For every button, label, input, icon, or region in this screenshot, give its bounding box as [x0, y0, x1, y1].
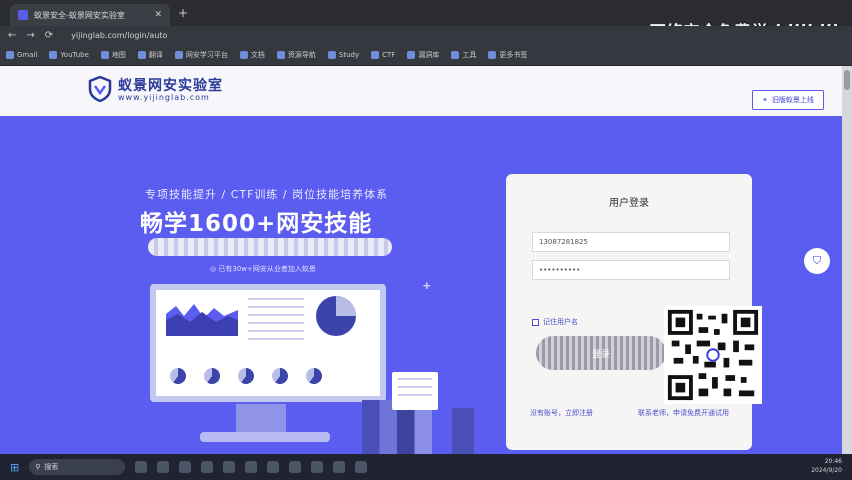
bookmark-item[interactable]: 漏洞库: [407, 50, 439, 60]
donut-row-graphic: [170, 368, 322, 384]
forward-icon[interactable]: →: [26, 30, 34, 41]
password-field[interactable]: [532, 260, 730, 280]
pie-chart-graphic: [316, 296, 356, 336]
mouse-cursor-icon: ✛: [423, 282, 431, 292]
taskbar-app-icon[interactable]: [267, 461, 280, 473]
taskbar-app-icon[interactable]: [311, 461, 324, 473]
bookmark-icon: [451, 50, 460, 59]
taskbar-app-icon[interactable]: [157, 461, 170, 473]
tab-title: 蚁景安全-蚁景网安实验室: [34, 10, 125, 20]
close-icon[interactable]: ✕: [154, 10, 162, 20]
bookmark-item[interactable]: 网安学习平台: [174, 50, 228, 60]
taskbar-app-icon[interactable]: [333, 461, 346, 473]
bookmark-item[interactable]: 文档: [239, 50, 265, 60]
bookmark-icon: [276, 50, 285, 59]
login-button[interactable]: 登录: [536, 336, 666, 370]
register-link[interactable]: 没有账号，立即注册: [530, 408, 593, 418]
bookmark-icon: [174, 50, 183, 59]
clock-time: 20:46: [824, 458, 842, 465]
url-field[interactable]: yijinglab.com/login/auto: [71, 31, 167, 40]
web-page: 蚁景网安实验室 www.yijinglab.com ⚭ 旧版蚁景上线 专项技能提…: [0, 66, 842, 454]
logo-name[interactable]: 蚁景网安实验室: [118, 75, 223, 95]
bookmark-item[interactable]: 资源导航: [276, 50, 316, 60]
site-header: 蚁景网安实验室 www.yijinglab.com ⚭ 旧版蚁景上线: [0, 66, 842, 116]
login-title: 用户登录: [609, 198, 649, 209]
search-label: 搜索: [44, 463, 59, 471]
refresh-icon[interactable]: ⟳: [45, 30, 53, 41]
page-scrollbar[interactable]: [842, 66, 852, 454]
taskbar-app-icon[interactable]: [201, 461, 214, 473]
hero-banner-bar: [148, 238, 392, 256]
os-taskbar: ⊞ ⚲ 搜索 20:46 2024/9/20: [0, 454, 852, 480]
taskbar-app-icon[interactable]: [289, 461, 302, 473]
windows-start-icon[interactable]: ⊞: [10, 461, 19, 474]
qr-code-icon: [664, 306, 762, 404]
bookmark-icon: [407, 50, 416, 59]
taskbar-app-icon[interactable]: [223, 461, 236, 473]
bookmark-icon: [371, 50, 380, 59]
remember-label: 记住用户名: [543, 318, 578, 326]
bookmark-icon: [327, 50, 336, 59]
shield-icon: ⛉: [812, 254, 822, 267]
monitor-stand: [236, 404, 286, 434]
phone-field[interactable]: [532, 232, 730, 252]
hero-subtitle: 专项技能提升 / CTF训练 / 岗位技能培养体系: [145, 188, 389, 201]
link-icon: ⚭: [762, 96, 768, 104]
bookmark-icon: [239, 50, 248, 59]
new-tab-button[interactable]: +: [178, 6, 188, 20]
contact-teacher-link[interactable]: 联系老师，申请免费开通试用: [638, 408, 729, 418]
bookmarks-bar: Gmail YouTube 地图 翻译 网安学习平台 文档 资源导航 Study…: [0, 44, 852, 66]
back-icon[interactable]: ←: [8, 30, 16, 41]
bookmark-item[interactable]: YouTube: [49, 50, 89, 59]
hero-note: ◎ 已有30w+网安从业者加入蚁景: [210, 265, 316, 273]
taskbar-app-icon[interactable]: [135, 461, 148, 473]
text-lines-graphic: [248, 298, 304, 346]
shield-logo-icon[interactable]: [88, 76, 112, 102]
scroll-thumb[interactable]: [844, 70, 850, 90]
monitor-illustration: [150, 284, 386, 402]
remember-username[interactable]: 记住用户名: [532, 317, 578, 327]
bookmark-icon: [488, 50, 497, 59]
search-icon: ⚲: [35, 463, 41, 471]
bookmark-item[interactable]: 更多书签: [488, 50, 527, 60]
bookmark-item[interactable]: Gmail: [6, 50, 37, 59]
bookmark-item[interactable]: Study: [327, 50, 359, 59]
browser-tab[interactable]: 蚁景安全-蚁景网安实验室 ✕: [10, 4, 170, 26]
paper-illustration: [392, 372, 438, 410]
browser-tab-bar: 蚁景安全-蚁景网安实验室 ✕ + 网络安全免费学 bilibili: [0, 0, 852, 43]
clock-date: 2024/9/20: [811, 467, 842, 474]
old-version-button[interactable]: ⚭ 旧版蚁景上线: [752, 90, 824, 110]
bookmark-icon: [49, 50, 58, 59]
bookmark-icon: [137, 50, 146, 59]
bookmark-item[interactable]: 地图: [100, 50, 126, 60]
monitor-base: [200, 432, 330, 442]
taskbar-search[interactable]: ⚲ 搜索: [29, 459, 126, 475]
books-illustration-2: [452, 408, 474, 454]
bookmark-icon: [6, 50, 14, 59]
hero-title: 畅学1600+网安技能: [140, 211, 373, 237]
old-version-label: 旧版蚁景上线: [771, 96, 814, 104]
wave-chart-graphic: [166, 304, 238, 336]
system-clock[interactable]: 20:46 2024/9/20: [811, 457, 842, 475]
taskbar-app-icon[interactable]: [179, 461, 192, 473]
taskbar-app-icon[interactable]: [245, 461, 258, 473]
address-bar: ← → ⟳ yijinglab.com/login/auto: [0, 26, 852, 44]
taskbar-app-icon[interactable]: [355, 461, 368, 473]
bookmark-icon: [100, 50, 109, 59]
floating-service-button[interactable]: ⛉: [804, 248, 830, 274]
bookmark-item[interactable]: 工具: [451, 50, 476, 60]
site-favicon-icon: [18, 10, 28, 20]
bookmark-item[interactable]: CTF: [371, 50, 395, 59]
logo-url: www.yijinglab.com: [118, 93, 210, 102]
bookmark-item[interactable]: 翻译: [137, 50, 163, 60]
remember-checkbox[interactable]: [532, 318, 539, 326]
